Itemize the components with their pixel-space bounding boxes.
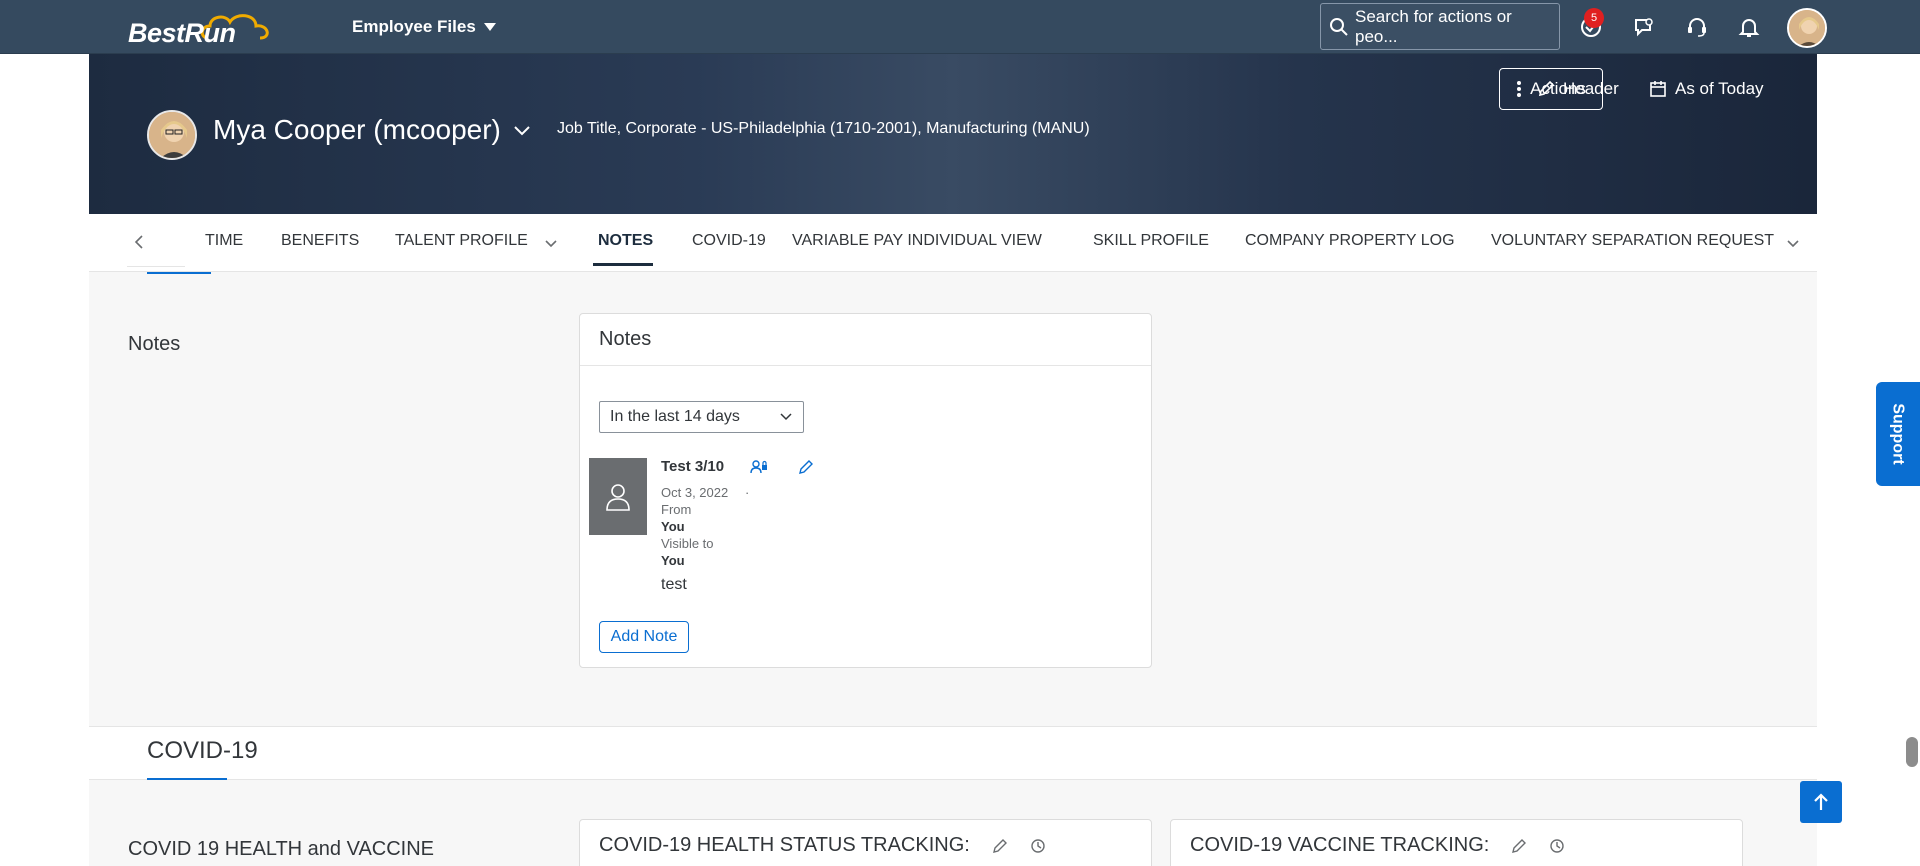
covid-health-status-card: COVID-19 HEALTH STATUS TRACKING:: [579, 819, 1152, 866]
employee-files-menu[interactable]: Employee Files: [352, 17, 496, 37]
note-from-label: From: [661, 502, 692, 517]
notes-time-filter-select[interactable]: In the last 14 days: [599, 401, 804, 433]
search-placeholder: Search for actions or peo...: [1354, 6, 1512, 46]
history-clock-icon[interactable]: [1030, 838, 1046, 854]
note-author-avatar: [589, 458, 647, 535]
note-body: test: [661, 576, 687, 593]
employee-job-info: Job Title, Corporate - US-Philadelphia (…: [557, 120, 1090, 137]
tab-skill-profile[interactable]: SKILL PROFILE: [1093, 232, 1209, 250]
filter-value: In the last 14 days: [610, 408, 740, 425]
scrollbar-thumb[interactable]: [1906, 737, 1918, 767]
notes-card: Notes In the last 14 days Test 3/10 Oct …: [579, 313, 1152, 668]
left-gutter: [0, 54, 89, 866]
chevron-down-icon: [545, 240, 557, 248]
employee-avatar: [147, 110, 197, 160]
feedback-chat-icon[interactable]: [1631, 14, 1657, 40]
tab-company-property-log[interactable]: COMPANY PROPERTY LOG: [1245, 232, 1455, 250]
employee-name-selector[interactable]: Mya Cooper (mcooper): [213, 114, 531, 146]
bestrun-logo[interactable]: BestRun: [128, 6, 278, 50]
covid-left-label: COVID 19 HEALTH and VACCINE: [128, 838, 435, 860]
note-from-value: You: [661, 519, 685, 534]
bell-icon[interactable]: [1736, 14, 1762, 40]
more-tabs-chevron[interactable]: [1783, 234, 1803, 254]
tab-notes[interactable]: NOTES: [598, 232, 653, 250]
pencil-icon[interactable]: [1511, 838, 1527, 854]
covid-vaccine-card-title: COVID-19 VACCINE TRACKING:: [1190, 834, 1490, 856]
as-of-today-button[interactable]: As of Today: [1649, 68, 1764, 110]
tab-time[interactable]: TIME: [205, 232, 243, 250]
covid-section-header: COVID-19: [89, 726, 1817, 780]
scroll-to-top-button[interactable]: [1800, 781, 1842, 823]
person-placeholder-icon: [606, 483, 630, 511]
employee-files-label: Employee Files: [352, 17, 476, 36]
tab-covid-19[interactable]: COVID-19: [692, 232, 766, 250]
note-date: Oct 3, 2022: [661, 485, 729, 500]
support-label: Support: [1890, 403, 1908, 465]
employee-name: Mya Cooper (mcooper): [213, 114, 501, 145]
tab-bar: TIME BENEFITS TALENT PROFILE NOTES COVID…: [89, 214, 1817, 272]
chevron-down-icon: [780, 413, 792, 421]
pencil-icon: [1538, 80, 1555, 97]
calendar-icon: [1650, 81, 1666, 97]
note-title: Test 3/10: [661, 458, 725, 475]
profile-header: Actions Header As of Today Mya Cooper (m…: [89, 54, 1817, 214]
active-tab-indicator: [593, 263, 653, 266]
header-label: Header: [1563, 79, 1619, 98]
covid-health-card-title: COVID-19 HEALTH STATUS TRACKING:: [599, 834, 970, 856]
tab-scroll-divider: [127, 266, 185, 267]
add-note-button[interactable]: Add Note: [599, 621, 689, 653]
chevron-down-icon: [1787, 240, 1799, 248]
note-date-separator: ·: [745, 485, 750, 500]
search-icon: [1329, 17, 1348, 36]
note-visible-value: You: [661, 553, 685, 568]
support-headset-icon[interactable]: [1684, 14, 1710, 40]
note-visible-label: Visible to: [661, 536, 714, 551]
covid-vaccine-card: COVID-19 VACCINE TRACKING:: [1170, 819, 1743, 866]
covid-title-underline: [147, 778, 227, 780]
notification-badge: 5: [1584, 8, 1604, 28]
pencil-icon[interactable]: [992, 838, 1008, 854]
overflow-vertical-icon: [1517, 81, 1522, 97]
caret-down-icon: [483, 23, 496, 31]
note-edit-icon[interactable]: [797, 458, 815, 476]
notes-section-label: Notes: [128, 333, 181, 355]
shell-bar: BestRun Employee Files Search for action…: [0, 0, 1920, 54]
tab-talent-profile[interactable]: TALENT PROFILE: [395, 232, 528, 250]
tab-benefits[interactable]: BENEFITS: [281, 232, 359, 250]
support-side-tab[interactable]: Support: [1876, 382, 1920, 486]
global-search-input[interactable]: Search for actions or peo...: [1320, 3, 1560, 50]
tab-variable-pay[interactable]: VARIABLE PAY INDIVIDUAL VIEW: [792, 232, 1042, 250]
covid-section-title: COVID-19: [147, 737, 258, 764]
notes-card-title: Notes: [599, 328, 652, 350]
chevron-left-icon: [134, 235, 143, 249]
user-avatar[interactable]: [1787, 8, 1827, 48]
logo-text: BestRun: [128, 18, 236, 48]
tab-scroll-left[interactable]: [127, 230, 151, 254]
tab-voluntary-separation[interactable]: VOLUNTARY SEPARATION REQUEST: [1491, 232, 1774, 250]
note-privacy-icon[interactable]: [750, 458, 768, 476]
chevron-down-icon: [514, 126, 530, 136]
as-of-label: As of Today: [1675, 79, 1764, 98]
header-edit-button[interactable]: Header: [1537, 68, 1619, 110]
history-clock-icon[interactable]: [1549, 838, 1565, 854]
talent-profile-menu-chevron[interactable]: [541, 234, 561, 254]
arrow-up-icon: [1814, 793, 1828, 810]
card-divider: [580, 365, 1151, 366]
